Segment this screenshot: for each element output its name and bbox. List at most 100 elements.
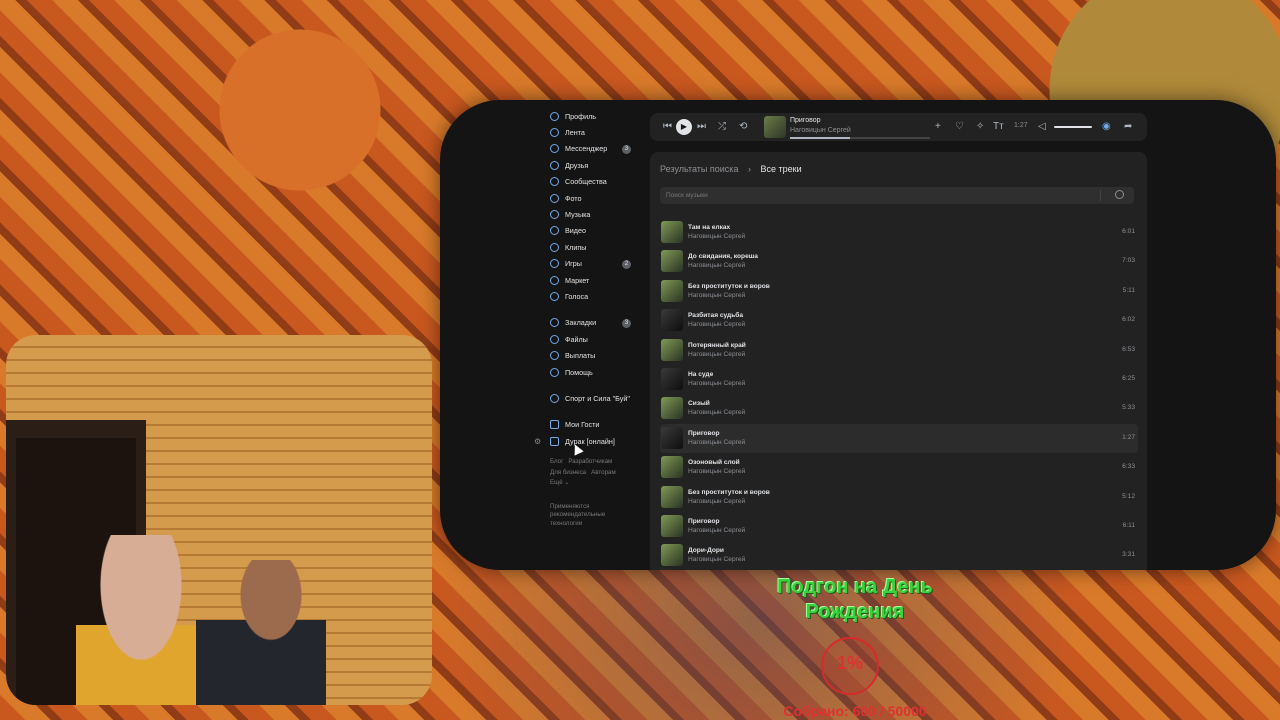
sidebar-item-profile[interactable]: Профиль (550, 108, 650, 124)
sidebar-item-games[interactable]: Игры 2 (550, 256, 650, 272)
track-cover[interactable] (661, 221, 683, 243)
volume-slider[interactable] (1054, 126, 1092, 128)
blog-link[interactable]: Блог (550, 458, 563, 465)
track-row[interactable]: Сизый Наговицын Сергей 5:33 (660, 394, 1138, 423)
sidebar-item-label: Спорт и Сила "Буй" (565, 393, 630, 403)
settings-gear-icon[interactable]: ⚙ (534, 437, 541, 446)
track-duration: 6:11 (1122, 521, 1135, 529)
sidebar-item-communities[interactable]: Сообщества (550, 174, 650, 190)
sidebar-item-messenger[interactable]: Мессенджер 3 (550, 141, 650, 157)
breadcrumb-root[interactable]: Результаты поиска (660, 164, 738, 174)
track-artist[interactable]: Наговицын Сергей (688, 439, 745, 446)
track-row[interactable]: Озоновый слой Наговицын Сергей 6:33 (660, 453, 1138, 482)
track-artist[interactable]: Наговицын Сергей (688, 292, 745, 299)
games-icon (550, 259, 559, 269)
sidebar-item-friends[interactable]: Друзья (550, 157, 650, 173)
track-artist[interactable]: Наговицын Сергей (688, 351, 745, 358)
track-row[interactable]: Разбитая судьба Наговицын Сергей 6:02 (660, 306, 1138, 335)
track-name[interactable]: Разбитая судьба (688, 312, 743, 319)
track-row[interactable]: Приговор Наговицын Сергей 1:27 (660, 423, 1138, 454)
play-icon[interactable]: ▶ (676, 119, 692, 135)
track-artist[interactable]: Наговицын Сергей (688, 409, 745, 416)
authors-link[interactable]: Авторам (591, 469, 616, 476)
share-icon[interactable]: ➦ (1124, 120, 1132, 134)
more-link[interactable]: Ещё ⌄ (550, 479, 570, 486)
search-icon[interactable] (1115, 190, 1124, 199)
sidebar-item-files[interactable]: Файлы (550, 331, 650, 347)
track-name[interactable]: Приговор (688, 518, 720, 525)
track-artist[interactable]: Наговицын Сергей (688, 527, 745, 534)
sidebar-item-market[interactable]: Маркет (550, 272, 650, 288)
track-cover[interactable] (661, 309, 683, 332)
track-name[interactable]: Без проституток и воров (688, 489, 770, 496)
sidebar-item-help[interactable]: Помощь (550, 364, 650, 380)
sidebar-item-payouts[interactable]: Выплаты (550, 347, 650, 363)
prev-icon[interactable]: ⏮ (663, 120, 672, 134)
repeat-icon[interactable]: ⟲ (739, 120, 747, 134)
sidebar-item-bookmarks[interactable]: Закладки 3 (550, 315, 650, 331)
track-row[interactable]: Без проституток и воров Наговицын Сергей 5… (660, 277, 1138, 306)
track-name[interactable]: Приговор (688, 430, 720, 437)
ai-icon[interactable]: ✧ (976, 120, 984, 134)
track-artist[interactable]: Наговицын Сергей (688, 321, 745, 328)
track-duration: 6:02 (1122, 316, 1135, 324)
track-cover[interactable] (661, 279, 683, 302)
sidebar-item-durak[interactable]: ⚙ Дурак [онлайн] (534, 433, 650, 449)
lyrics-icon[interactable]: Tт (993, 120, 1004, 134)
votes-icon (550, 291, 559, 301)
sidebar-item-feed[interactable]: Лента (550, 124, 650, 140)
track-row[interactable]: Дори-Дори Наговицын Сергей 3:31 (660, 541, 1138, 570)
player-title[interactable]: Приговор (790, 117, 821, 124)
sidebar-item-group[interactable]: Спорт и Сила "Буй" (550, 390, 650, 406)
sidebar-item-video[interactable]: Видео (550, 223, 650, 239)
business-link[interactable]: Для бизнеса (550, 469, 586, 476)
track-name[interactable]: Без проституток и воров (688, 283, 770, 290)
track-cover[interactable] (661, 485, 683, 508)
track-artist[interactable]: Наговицын Сергей (688, 498, 745, 505)
track-row[interactable]: Приговор Наговицын Сергей 6:11 (660, 512, 1138, 541)
next-icon[interactable]: ⏭ (697, 120, 706, 134)
track-name[interactable]: Потерянный край (688, 342, 746, 349)
track-name[interactable]: Там на елках (688, 224, 730, 231)
track-name[interactable]: До свидания, кореша (688, 253, 758, 260)
track-row[interactable]: На суде Наговицын Сергей 6:25 (660, 365, 1138, 394)
sidebar-item-photo[interactable]: Фото (550, 190, 650, 206)
track-name[interactable]: Сизый (688, 400, 710, 407)
search-results-panel: Результаты поиска › Все треки Там на елк… (650, 152, 1147, 570)
track-artist[interactable]: Наговицын Сергей (688, 468, 745, 475)
sidebar-item-votes[interactable]: Голоса (550, 288, 650, 304)
shuffle-icon[interactable]: ⤮ (718, 120, 726, 134)
track-artist[interactable]: Наговицын Сергей (688, 380, 745, 387)
track-cover[interactable] (661, 397, 683, 420)
broadcast-icon[interactable]: ◉ (1102, 120, 1111, 134)
track-cover[interactable] (661, 456, 683, 479)
track-row[interactable]: Потерянный край Наговицын Сергей 6:53 (660, 336, 1138, 365)
search-input[interactable] (666, 190, 1086, 201)
volume-icon[interactable]: ◁ (1038, 120, 1046, 134)
track-row[interactable]: До свидания, кореша Наговицын Сергей 7:03 (660, 247, 1138, 276)
sidebar-item-clips[interactable]: Клипы (550, 239, 650, 255)
track-name[interactable]: Дори-Дори (688, 547, 724, 554)
track-artist[interactable]: Наговицын Сергей (688, 262, 745, 269)
recommendation-note[interactable]: Применяются рекомендательные технологии (550, 503, 620, 529)
track-artist[interactable]: Наговицын Сергей (688, 556, 745, 563)
player-artist[interactable]: Наговицын Сергей (790, 127, 851, 134)
track-row[interactable]: Без проституток и воров Наговицын Сергей 5… (660, 483, 1138, 512)
progress-bar[interactable] (790, 137, 930, 139)
donation-collected: Собрано: 600 / 50000 (783, 703, 927, 719)
track-row[interactable]: Там на елках Наговицын Сергей 6:01 (660, 218, 1138, 247)
track-cover[interactable] (661, 514, 683, 537)
sidebar-item-my-guests[interactable]: Мои Гости (550, 417, 650, 433)
track-cover[interactable] (661, 367, 683, 390)
add-icon[interactable]: + (935, 120, 941, 134)
track-cover[interactable] (661, 426, 683, 449)
track-cover[interactable] (661, 544, 683, 567)
dislike-icon[interactable]: ♡ (955, 120, 964, 134)
track-cover[interactable] (661, 338, 683, 361)
sidebar-item-music[interactable]: Музыка (550, 206, 650, 222)
track-name[interactable]: На суде (688, 371, 713, 378)
track-cover[interactable] (661, 250, 683, 273)
track-name[interactable]: Озоновый слой (688, 459, 740, 466)
track-artist[interactable]: Наговицын Сергей (688, 233, 745, 240)
developers-link[interactable]: Разработчикам (568, 458, 612, 465)
